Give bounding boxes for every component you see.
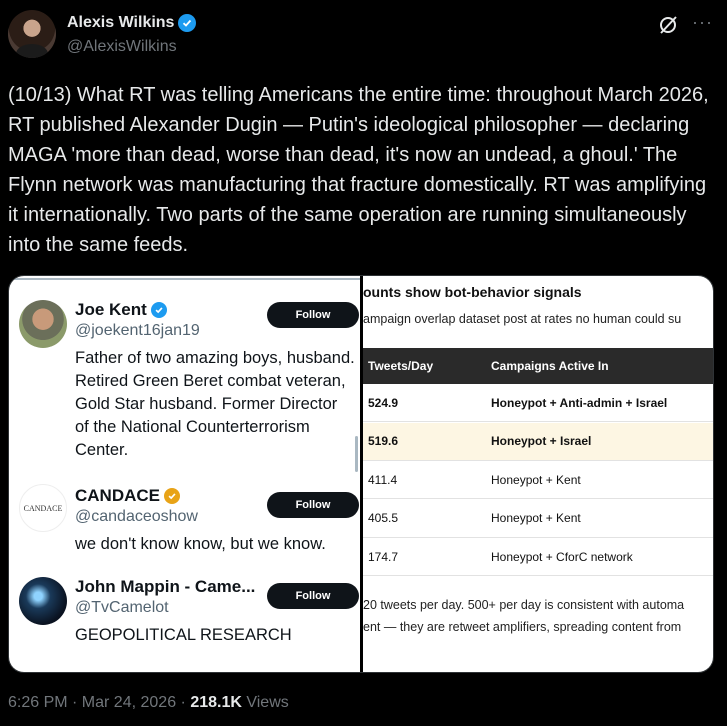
table-row: 174.7 Honeypot + CforC network [363, 538, 713, 576]
table-footnote: ent — they are retweet amplifiers, sprea… [363, 620, 682, 634]
author-name-row[interactable]: Alexis Wilkins [67, 14, 197, 32]
follow-button[interactable]: Follow [267, 583, 359, 609]
tweet-text: (10/13) What RT was telling Americans th… [8, 84, 709, 256]
column-header: Campaigns Active In [491, 359, 609, 373]
campaigns-cell: Honeypot + Kent [491, 472, 581, 487]
author-avatar[interactable] [8, 10, 56, 58]
tweets-per-day-cell: 524.9 [368, 395, 399, 410]
tweet-meta: 6:26 PM · Mar 24, 2026 · 218.1K Views [8, 694, 289, 712]
grok-icon[interactable] [657, 14, 679, 36]
campaigns-cell: Honeypot + CforC network [491, 549, 633, 564]
right-screenshot: ounts show bot-behavior signals ampaign … [363, 276, 713, 672]
tweet-timestamp[interactable]: 6:26 PM · Mar 24, 2026 · [8, 694, 190, 711]
campaigns-cell: Honeypot + Anti-admin + Israel [491, 395, 668, 410]
campaigns-cell: Honeypot + Kent [491, 511, 581, 525]
table-row: 524.9 Honeypot + Anti-admin + Israel [363, 384, 713, 422]
table-subtitle: ampaign overlap dataset post at rates no… [363, 312, 682, 326]
verified-badge-icon [150, 302, 167, 318]
account-card: Joe Kent @joekent16jan19 Follow Father o… [19, 300, 359, 459]
left-screenshot: Joe Kent @joekent16jan19 Follow Father o… [9, 276, 361, 672]
table-row: 411.4 Honeypot + Kent [363, 461, 713, 499]
campaigns-cell: Honeypot + Israel [491, 434, 592, 448]
scrollbar-thumb[interactable] [355, 436, 358, 472]
account-avatar[interactable]: CANDACE [19, 484, 67, 532]
account-handle: @candaceoshow [75, 508, 198, 525]
account-name-row[interactable]: John Mappin - Came... [75, 577, 255, 597]
tweets-per-day-cell: 405.5 [368, 511, 399, 525]
views-label: Views [241, 694, 289, 711]
cropped-top-edge [9, 276, 361, 280]
account-avatar[interactable] [19, 300, 67, 348]
account-name[interactable]: Joe Kent [75, 300, 147, 320]
account-name[interactable]: John Mappin - Came... [75, 577, 255, 597]
table-title: ounts show bot-behavior signals [363, 284, 582, 300]
follow-button[interactable]: Follow [267, 492, 359, 518]
account-name-row[interactable]: Joe Kent [75, 300, 167, 320]
view-count[interactable]: 218.1K [190, 694, 242, 711]
tweet-header: Alexis Wilkins @AlexisWilkins ··· [8, 10, 719, 62]
column-header: Tweets/Day [368, 359, 434, 373]
more-icon[interactable]: ··· [692, 12, 713, 33]
account-bio: Father of two amazing boys, husband. Ret… [75, 349, 355, 459]
account-name[interactable]: CANDACE [75, 486, 160, 506]
account-handle: @TvCamelot [75, 599, 169, 616]
account-name-row[interactable]: CANDACE [75, 486, 180, 506]
author-name[interactable]: Alexis Wilkins [67, 14, 174, 32]
follow-button[interactable]: Follow [267, 302, 359, 328]
author-handle[interactable]: @AlexisWilkins [67, 38, 177, 56]
account-avatar[interactable] [19, 577, 67, 625]
verified-badge-icon [178, 14, 197, 32]
account-bio: we don't know know, but we know. [75, 535, 326, 553]
tweet-media[interactable]: Joe Kent @joekent16jan19 Follow Father o… [8, 275, 714, 673]
account-card: John Mappin - Came... @TvCamelot Follow … [19, 577, 359, 657]
gold-verified-badge-icon [164, 488, 180, 504]
account-card: CANDACE CANDACE @candaceoshow Follow we … [19, 484, 359, 556]
table-row: 519.6 Honeypot + Israel [363, 422, 713, 461]
tweets-per-day-cell: 411.4 [368, 472, 398, 487]
account-handle: @joekent16jan19 [75, 322, 200, 339]
table-row: 405.5 Honeypot + Kent [363, 499, 713, 538]
tweets-per-day-cell: 519.6 [368, 434, 399, 448]
tweets-per-day-cell: 174.7 [368, 549, 399, 564]
account-bio: GEOPOLITICAL RESEARCH [75, 626, 292, 644]
table-footnote: 20 tweets per day. 500+ per day is consi… [363, 598, 685, 612]
table-header: Tweets/Day Campaigns Active In [363, 348, 713, 384]
